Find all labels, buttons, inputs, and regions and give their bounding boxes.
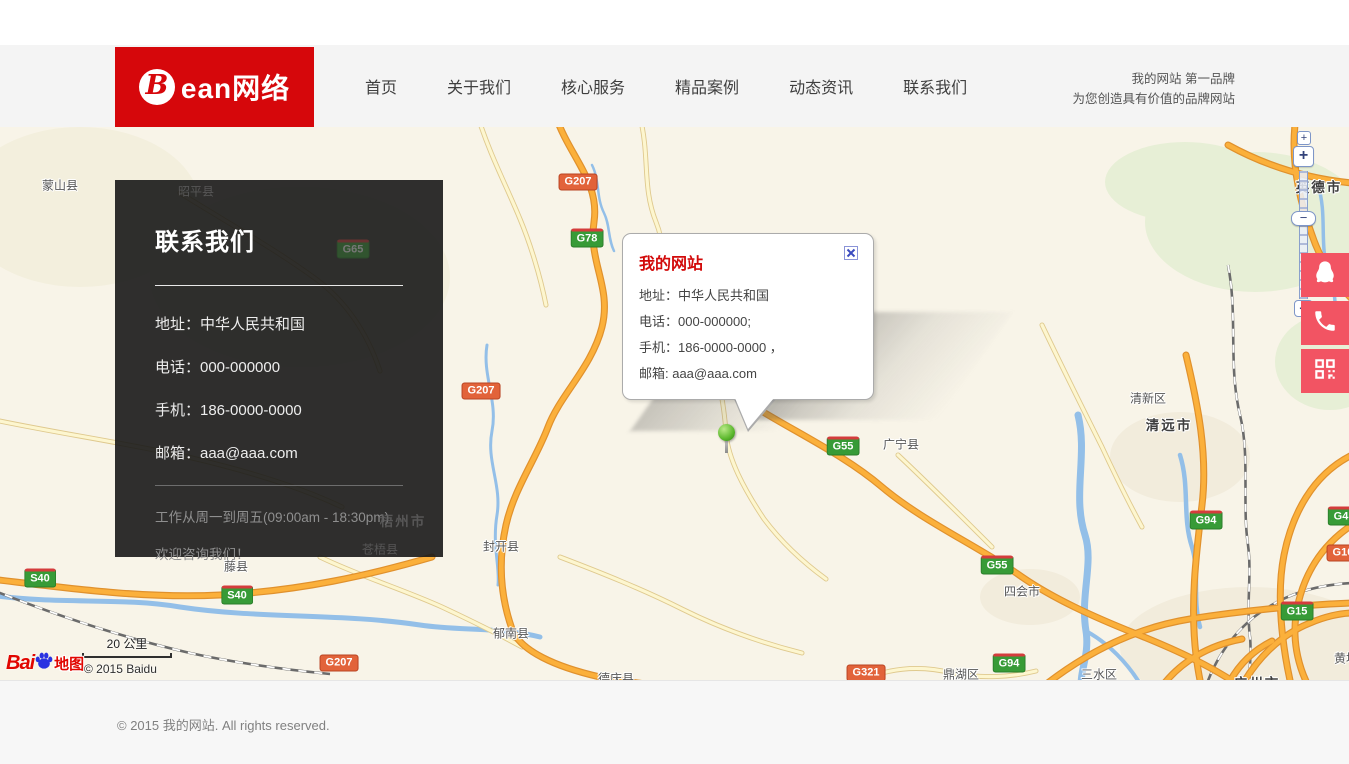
map-city-label: 梧州市 bbox=[380, 510, 427, 530]
map-copyright: © 2015 Baidu bbox=[84, 662, 157, 676]
zoom-slider-thumb[interactable]: − bbox=[1291, 211, 1316, 226]
baidu-paw-icon bbox=[34, 651, 54, 676]
road-shield-badge: G78 bbox=[571, 229, 604, 248]
map-city-label: 四会市 bbox=[1004, 583, 1040, 600]
zoom-in-button[interactable]: + bbox=[1293, 146, 1314, 167]
footer-copyright: © 2015 我的网站. All rights reserved. bbox=[0, 681, 1349, 734]
nav-item-news[interactable]: 动态资讯 bbox=[789, 74, 853, 98]
scale-label: 20 公里 bbox=[82, 635, 172, 652]
logo-text: ean网络 bbox=[181, 67, 290, 107]
panel-divider-top bbox=[155, 285, 403, 286]
qrcode-button[interactable] bbox=[1301, 349, 1349, 393]
main-nav: 首页 关于我们 核心服务 精品案例 动态资讯 联系我们 bbox=[365, 45, 967, 127]
site-header: B ean网络 首页 关于我们 核心服务 精品案例 动态资讯 联系我们 我的网站 第一品牌… bbox=[0, 45, 1349, 127]
road-shield-badge: G207 bbox=[462, 383, 501, 400]
map-infowindow: 我的网站 地址：中华人民共和国电话：000-000000;手机：186-0000… bbox=[622, 233, 874, 400]
map-city-label: 德庆县 bbox=[598, 670, 634, 681]
map-city-label: 清远市 bbox=[1146, 414, 1193, 434]
map-city-label: 昭平县 bbox=[178, 183, 214, 200]
road-shield-badge: G15 bbox=[1281, 602, 1314, 621]
logo[interactable]: B ean网络 bbox=[115, 47, 314, 127]
close-icon[interactable] bbox=[844, 246, 858, 260]
marker-ball bbox=[718, 424, 735, 441]
road-shield-badge: S40 bbox=[24, 569, 56, 588]
baidu-logo-text: Bai bbox=[6, 652, 34, 675]
logo-b-icon: B bbox=[139, 69, 175, 105]
road-shield-badge: G207 bbox=[320, 655, 359, 672]
map-city-label: 鼎湖区 bbox=[943, 666, 979, 681]
qrcode-icon bbox=[1312, 356, 1338, 387]
scale-bar bbox=[82, 653, 172, 658]
map-city-label: 三水区 bbox=[1081, 666, 1117, 681]
road-shield-badge: G94 bbox=[993, 654, 1026, 673]
road-shield-badge: G321 bbox=[847, 665, 886, 681]
working-hours: 工作从周一到周五(09:00am - 18:30pm) bbox=[155, 506, 403, 526]
qq-button[interactable] bbox=[1301, 253, 1349, 297]
nav-item-about[interactable]: 关于我们 bbox=[447, 74, 511, 98]
phone-button[interactable] bbox=[1301, 301, 1349, 345]
nav-item-home[interactable]: 首页 bbox=[365, 74, 397, 98]
contact-item: 电话：000-000000 bbox=[155, 356, 403, 377]
baidu-logo-map-word: 地图 bbox=[54, 653, 84, 674]
nav-item-cases[interactable]: 精品案例 bbox=[675, 74, 739, 98]
map-city-label: 苍梧县 bbox=[362, 541, 398, 558]
infowindow-line: 邮箱: aaa@aaa.com bbox=[639, 361, 857, 387]
contact-item: 邮箱：aaa@aaa.com bbox=[155, 442, 403, 463]
map-city-label: 蒙山县 bbox=[42, 177, 78, 194]
tagline-line1: 我的网站 第一品牌 bbox=[1072, 69, 1235, 89]
infowindow-line: 手机：186-0000-0000 ， bbox=[639, 335, 857, 361]
infowindow-line: 电话：000-000000; bbox=[639, 309, 857, 335]
tagline-line2: 为您创造具有价值的品牌网站 bbox=[1072, 89, 1235, 109]
road-shield-badge: G207 bbox=[559, 174, 598, 191]
infowindow-tail bbox=[735, 398, 774, 429]
map-city-label: 清新区 bbox=[1130, 390, 1166, 407]
panel-divider-bottom bbox=[155, 485, 403, 486]
contact-panel: 联系我们 地址：中华人民共和国电话：000-000000手机：186-0000-… bbox=[115, 180, 443, 557]
pan-button[interactable]: + bbox=[1297, 131, 1311, 145]
road-shield-badge: G55 bbox=[827, 437, 860, 456]
map-city-label: 广州市 bbox=[1234, 672, 1281, 680]
baidu-logo[interactable]: Bai 地图 bbox=[6, 651, 84, 676]
infowindow-line: 地址：中华人民共和国 bbox=[639, 283, 857, 309]
top-white-strip bbox=[0, 0, 1349, 45]
baidu-map[interactable]: 蒙山县昭平县英德市梧州市苍梧县封开县藤县郁南县德庆县广宁县四会市清新区清远市鼎湖… bbox=[0, 127, 1349, 680]
phone-icon bbox=[1312, 308, 1338, 339]
road-shield-badge: G4 bbox=[1328, 507, 1349, 526]
map-marker-pin[interactable] bbox=[718, 424, 735, 455]
map-city-label: 黄埔 bbox=[1334, 650, 1349, 667]
contact-item: 手机：186-0000-0000 bbox=[155, 399, 403, 420]
infowindow-body: 地址：中华人民共和国电话：000-000000;手机：186-0000-0000… bbox=[639, 283, 857, 387]
map-city-label: 封开县 bbox=[483, 538, 519, 555]
qq-icon bbox=[1311, 259, 1339, 292]
map-scale: 20 公里 bbox=[82, 635, 172, 658]
nav-item-services[interactable]: 核心服务 bbox=[561, 74, 625, 98]
map-city-label: 郁南县 bbox=[493, 625, 529, 642]
header-tagline: 我的网站 第一品牌 为您创造具有价值的品牌网站 bbox=[1072, 69, 1235, 109]
road-shield-badge: G94 bbox=[1190, 511, 1223, 530]
road-shield-badge: S40 bbox=[221, 586, 253, 605]
road-shield-badge: G65 bbox=[337, 240, 370, 259]
site-footer: © 2015 我的网站. All rights reserved. bbox=[0, 680, 1349, 764]
nav-item-contact[interactable]: 联系我们 bbox=[903, 74, 967, 98]
floating-side-buttons bbox=[1301, 253, 1349, 393]
infowindow-title: 我的网站 bbox=[639, 250, 857, 274]
contact-items: 地址：中华人民共和国电话：000-000000 手机：186-0000-0000 邮… bbox=[155, 313, 403, 463]
road-shield-badge: G107 bbox=[1327, 545, 1349, 562]
road-shield-badge: G55 bbox=[981, 556, 1014, 575]
contact-item: 地址：中华人民共和国 bbox=[155, 313, 403, 334]
map-city-label: 广宁县 bbox=[883, 436, 919, 453]
